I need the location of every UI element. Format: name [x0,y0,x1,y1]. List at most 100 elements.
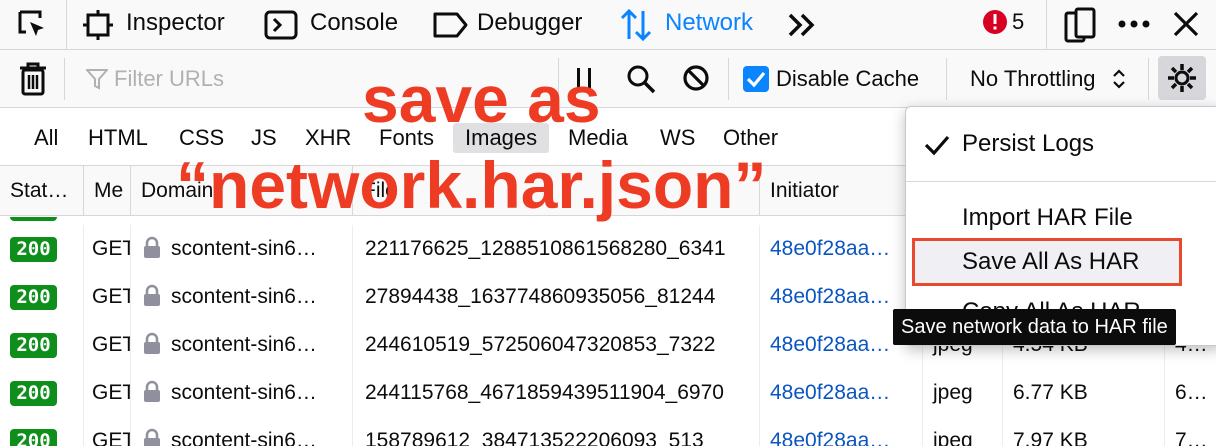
error-count-value: 5 [1012,9,1025,34]
save-all-har-label: Save All As HAR [962,248,1140,275]
filter-funnel-icon [84,68,110,95]
filter-all[interactable]: All [22,123,70,153]
throttling-select[interactable]: No Throttling [958,58,1138,100]
more-tabs-chevron-icon[interactable] [786,10,818,45]
method-text: GET [92,381,131,404]
select-arrows-icon [1112,68,1126,95]
more-options-icon[interactable] [1116,12,1152,41]
tab-console[interactable]: Console [264,0,414,50]
domain-cell: scontent-sin6… [131,417,353,446]
responsive-design-icon[interactable] [1064,7,1096,48]
error-count[interactable]: 5 [982,8,1032,42]
method-cell: GET [84,369,131,417]
gear-icon [1166,62,1198,99]
domain-text: scontent-sin6… [171,381,317,404]
domain-cell: scontent-sin6… [131,273,353,321]
clear-trash-icon[interactable] [18,62,48,101]
file-cell: 158789612_384713522206093_513 [353,417,760,446]
method-cell: GET [84,273,131,321]
status-cell: 200 [0,369,84,417]
method-cell: GET [84,321,131,369]
persist-logs-label: Persist Logs [962,130,1095,157]
tab-console-label: Console [310,9,399,36]
network-toolbar: Filter URLs Disable Cache No Throttling [0,50,1216,108]
error-icon [982,9,1008,40]
domain-text: scontent-sin6… [171,285,317,308]
domain-text: scontent-sin6… [171,333,317,356]
type-cell: jpeg [923,417,1003,446]
file-text: 158789612_384713522206093_513 [365,429,704,446]
tab-inspector[interactable]: Inspector [82,0,242,50]
extra-text: 7… [1175,429,1208,446]
initiator-text[interactable]: 48e0f28aa… [770,333,890,356]
filter-html[interactable]: HTML [76,123,160,153]
file-cell: 244610519_572506047320853_7322 [353,321,760,369]
column-header-method[interactable]: Me [84,166,131,216]
annotation-line-1: save as [362,62,601,136]
extra-cell: 6… [1165,369,1216,417]
tab-network-label: Network [665,9,754,36]
debugger-icon [432,10,468,45]
console-icon [264,9,298,46]
domain-cell: scontent-sin6… [131,321,353,369]
initiator-text[interactable]: 48e0f28aa… [770,429,890,446]
status-badge: 200 [10,429,57,446]
initiator-text[interactable]: 48e0f28aa… [770,381,890,404]
column-header-status[interactable]: Stat… [0,166,84,216]
method-cell: GET [84,225,131,273]
checkbox-checked-icon [742,65,770,98]
method-text: GET [92,429,131,446]
file-text: 244115768_4671859439511904_6970 [365,381,724,404]
menu-item-persist-logs[interactable]: Persist Logs [906,125,1216,165]
menu-item-import-har[interactable]: Import HAR File [906,199,1216,239]
method-text: GET [92,333,131,356]
status-badge: 200 [10,333,57,358]
element-picker-icon[interactable] [16,8,50,47]
status-badge: 200 [10,237,57,262]
method-text: GET [92,237,131,260]
lock-icon [144,332,160,354]
initiator-text[interactable]: 48e0f28aa… [770,237,890,260]
close-icon[interactable] [1172,10,1200,43]
table-row[interactable]: 200 GET scontent-sin6… 244115768_4671859439… [0,369,1216,418]
network-icon [618,7,654,48]
size-cell: 7.97 KB [1003,417,1165,446]
size-cell: 6.77 KB [1003,369,1165,417]
column-header-initiator[interactable]: Initiator [760,166,923,216]
lock-icon [144,428,160,446]
annotation-line-2: “network.har.json” [176,148,767,222]
disable-cache-checkbox[interactable]: Disable Cache [742,58,932,100]
table-row[interactable]: 200 GET scontent-sin6… 158789612_3847135222… [0,417,1216,446]
block-requests-icon[interactable] [682,64,710,97]
status-cell: 200 [0,225,84,273]
search-icon[interactable] [626,64,656,99]
settings-button[interactable] [1158,56,1206,100]
extra-text: 6… [1175,381,1208,404]
tab-network[interactable]: Network [618,0,768,50]
method-cell: GET [84,417,131,446]
domain-text: scontent-sin6… [171,429,317,446]
type-cell: jpeg [923,369,1003,417]
size-text: 6.77 KB [1013,381,1088,404]
import-har-label: Import HAR File [962,204,1133,231]
file-cell: 27894438_163774860935056_81244 [353,273,760,321]
filter-urls-placeholder: Filter URLs [114,66,225,91]
lock-icon [144,284,160,306]
menu-item-save-all-har[interactable]: Save All As HAR [912,238,1182,286]
status-cell: 200 [0,417,84,446]
inspector-icon [82,9,114,46]
tooltip: Save network data to HAR file [893,309,1176,345]
status-cell: 200 [0,321,84,369]
devtools-tabbar: Inspector Console Debugger Network 5 [0,0,1216,50]
status-badge: 200 [10,285,57,310]
tab-inspector-label: Inspector [126,9,225,36]
domain-cell: scontent-sin6… [131,225,353,273]
file-text: 27894438_163774860935056_81244 [365,285,716,308]
initiator-cell: 48e0f28aa… [760,225,923,273]
extra-cell: 7… [1165,417,1216,446]
domain-cell: scontent-sin6… [131,369,353,417]
tab-debugger[interactable]: Debugger [432,0,602,50]
initiator-text[interactable]: 48e0f28aa… [770,285,890,308]
file-text: 244610519_572506047320853_7322 [365,333,716,356]
file-text: 221176625_1288510861568280_6341 [365,237,726,260]
